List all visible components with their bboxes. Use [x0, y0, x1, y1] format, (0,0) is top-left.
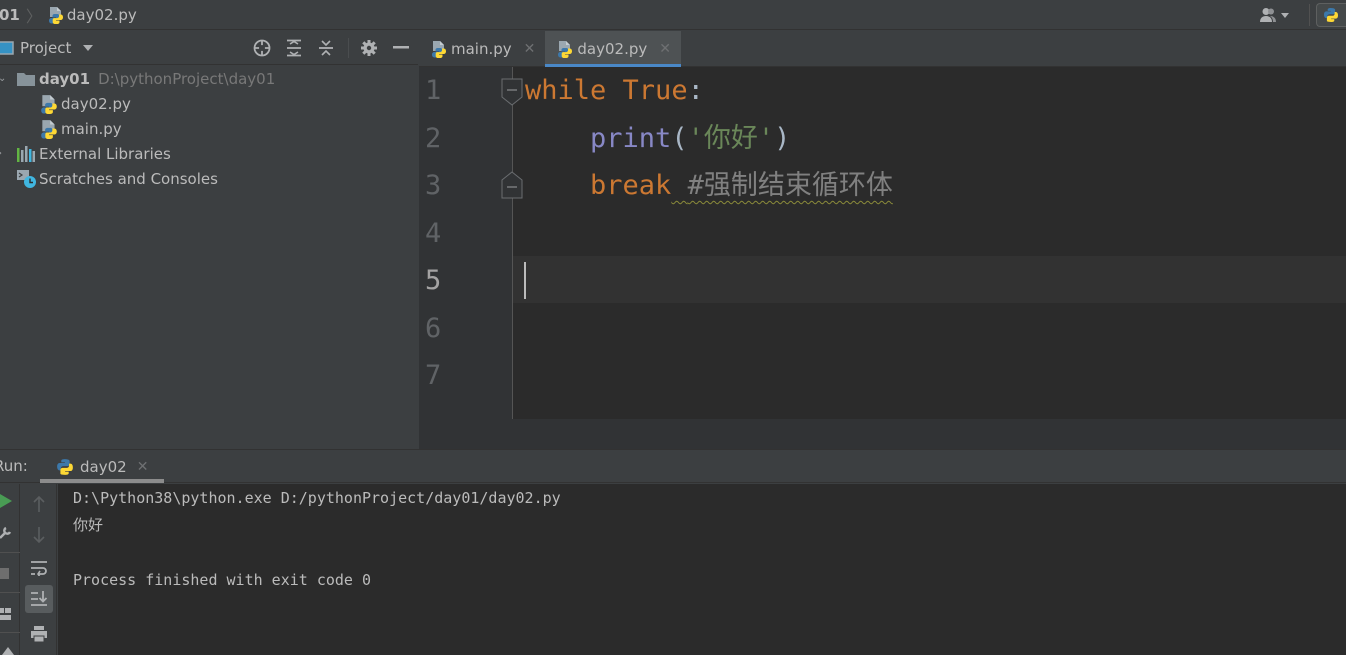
- paren: (: [671, 123, 688, 154]
- breadcrumb-project[interactable]: 01: [0, 6, 20, 24]
- tab-day02-py[interactable]: day02.py ✕: [545, 31, 681, 68]
- chevron-down-icon: [83, 44, 94, 51]
- scroll-to-end-icon[interactable]: [25, 585, 53, 613]
- tree-item-external-libraries[interactable]: › External Libraries: [0, 141, 171, 166]
- up-arrow-icon[interactable]: [25, 490, 53, 518]
- code-line-2: print('你好'): [525, 115, 790, 162]
- run-panel-header: Run: day02 ✕: [0, 450, 1346, 483]
- breadcrumb-separator-icon: 〉: [25, 6, 42, 26]
- python-file-icon: [557, 40, 573, 58]
- tree-item-day02-py[interactable]: day02.py: [40, 91, 131, 116]
- divider: [0, 552, 20, 553]
- python-file-icon: [48, 6, 64, 24]
- line-number: 7: [425, 360, 442, 391]
- project-view-selector[interactable]: Project: [0, 38, 94, 57]
- navigation-bar: 01 〉 day02.py: [0, 0, 1346, 30]
- libraries-icon: [17, 145, 35, 162]
- chevron-up-icon[interactable]: [2, 647, 14, 655]
- print-icon[interactable]: [25, 620, 53, 648]
- comment: #强制结束循环体: [687, 170, 893, 201]
- code-line-3: break #强制结束循环体: [525, 162, 893, 209]
- stop-icon[interactable]: [0, 568, 9, 579]
- run-configuration-selector[interactable]: [1316, 3, 1346, 27]
- console-output[interactable]: D:\Python38\python.exe D:/pythonProject/…: [58, 484, 1346, 655]
- folder-icon: [17, 72, 35, 86]
- line-number: 3: [425, 170, 442, 201]
- code-line-1: while True:: [525, 67, 704, 114]
- line-number: 6: [425, 313, 442, 344]
- project-panel-header: Project: [0, 31, 418, 65]
- divider: [1309, 4, 1310, 26]
- scratches-icon: [17, 169, 36, 188]
- line-number: 1: [425, 75, 442, 106]
- minimize-icon[interactable]: [391, 38, 411, 58]
- wrench-icon[interactable]: [0, 526, 12, 540]
- project-window-icon: [0, 40, 14, 55]
- tab-main-py[interactable]: main.py ✕: [419, 31, 545, 67]
- soft-wrap-icon[interactable]: [25, 554, 53, 582]
- divider: [0, 632, 20, 633]
- console-line-command: D:\Python38\python.exe D:/pythonProject/…: [73, 489, 561, 507]
- fold-start-icon[interactable]: [501, 78, 523, 106]
- python-file-icon: [431, 40, 447, 58]
- keyword-true: True: [622, 75, 688, 106]
- breadcrumb-file-label: day02.py: [66, 5, 137, 24]
- builtin-print: print: [590, 123, 672, 154]
- console-line-exit-status: Process finished with exit code 0: [73, 571, 372, 589]
- tree-item-scratches-and-consoles[interactable]: Scratches and Consoles: [17, 166, 218, 191]
- run-tab-label: day02: [80, 457, 127, 476]
- collapse-all-icon[interactable]: [316, 38, 336, 58]
- run-left-toolbar: [0, 484, 20, 655]
- colon: :: [687, 75, 704, 106]
- chevron-down-icon: [1281, 12, 1289, 18]
- python-file-icon: [40, 119, 58, 139]
- tab-label: main.py: [451, 40, 512, 58]
- divider: [348, 38, 349, 58]
- console-toolbar: [21, 484, 57, 655]
- account-button[interactable]: [1260, 7, 1289, 23]
- gear-icon[interactable]: [359, 38, 379, 58]
- close-icon[interactable]: ✕: [137, 459, 149, 475]
- collapsed-arrow-icon[interactable]: ›: [0, 148, 8, 159]
- tree-item-main-py[interactable]: main.py: [40, 116, 122, 141]
- keyword-while: while: [525, 75, 607, 106]
- project-panel-title: Project: [20, 38, 72, 57]
- current-line-highlight: [513, 256, 1346, 303]
- tree-item-day01-folder[interactable]: ⌄ day01 D:\pythonProject\day01: [0, 66, 275, 91]
- expanded-arrow-icon[interactable]: ⌄: [0, 73, 8, 84]
- down-arrow-icon[interactable]: [25, 521, 53, 549]
- editor-bottom-area: [419, 419, 1346, 450]
- line-number: 2: [425, 123, 442, 154]
- close-icon[interactable]: ✕: [524, 41, 536, 57]
- text-cursor: [524, 262, 526, 299]
- divider: [0, 592, 20, 593]
- rerun-icon[interactable]: [0, 494, 12, 508]
- editor-tabs: main.py ✕ day02.py ✕: [419, 31, 1346, 68]
- project-tree: ⌄ day01 D:\pythonProject\day01 day02.py …: [0, 66, 418, 450]
- user-icon: [1260, 8, 1276, 22]
- breadcrumb-file[interactable]: day02.py: [48, 6, 137, 24]
- python-icon: [56, 458, 74, 476]
- fold-end-icon[interactable]: [501, 171, 523, 199]
- run-tab-day02[interactable]: day02 ✕: [39, 450, 165, 483]
- expand-all-icon[interactable]: [284, 38, 304, 58]
- keyword-break: break: [590, 170, 672, 201]
- python-icon: [1323, 7, 1339, 23]
- line-number-current: 5: [425, 265, 442, 296]
- console-line-output: 你好: [73, 516, 104, 534]
- line-number: 4: [425, 218, 442, 249]
- tab-label: day02.py: [577, 40, 648, 58]
- close-icon[interactable]: ✕: [659, 41, 671, 57]
- locate-icon[interactable]: [252, 38, 272, 58]
- string-literal: '你好': [687, 123, 775, 154]
- paren: ): [774, 123, 791, 154]
- run-label: Run:: [0, 457, 28, 475]
- python-file-icon: [40, 94, 58, 114]
- layout-icon[interactable]: [0, 608, 11, 620]
